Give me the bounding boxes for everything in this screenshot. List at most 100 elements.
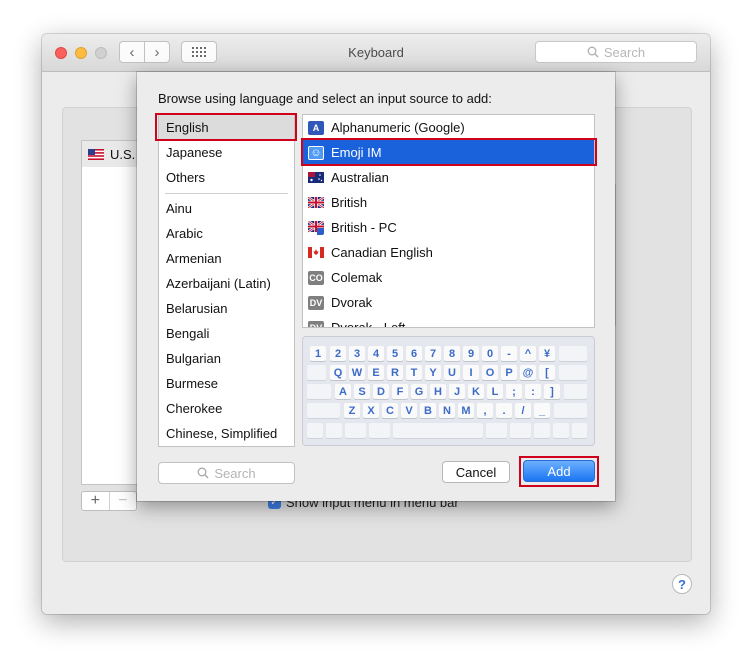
language-label: Ainu (166, 201, 193, 216)
colemak-icon: CO (308, 270, 324, 285)
key: Q (330, 365, 346, 380)
language-label: Azerbaijani (Latin) (166, 276, 271, 291)
source-item[interactable]: A Alphanumeric (Google) (303, 115, 594, 140)
us-flag-icon (88, 148, 104, 160)
language-item[interactable]: Cherokee (159, 396, 294, 421)
source-label: British - PC (331, 220, 397, 235)
key: R (387, 365, 403, 380)
language-item-japanese[interactable]: Japanese (159, 140, 294, 165)
key-blank (510, 423, 531, 438)
language-label: Burmese (166, 376, 219, 391)
key: Z (344, 403, 360, 418)
keyboard-row-2: Q W E R T Y U I O P @ [ (303, 365, 594, 381)
source-item[interactable]: Australian (303, 165, 594, 190)
remove-source-button[interactable]: − (110, 492, 137, 510)
key-blank (307, 365, 326, 380)
key: 0 (482, 346, 498, 361)
source-label: Alphanumeric (Google) (331, 120, 465, 135)
key: 4 (368, 346, 384, 361)
language-item[interactable]: Armenian (159, 246, 294, 271)
source-item[interactable]: CO Colemak (303, 265, 594, 290)
key: C (382, 403, 398, 418)
language-item[interactable]: Bengali (159, 321, 294, 346)
key-blank (307, 384, 331, 399)
help-button[interactable]: ? (672, 574, 692, 594)
language-list[interactable]: English Japanese Others Ainu Arabic Arme… (158, 114, 295, 447)
list-item-label: U.S. (110, 146, 136, 162)
key: D (373, 384, 389, 399)
key: 6 (406, 346, 422, 361)
language-label: Belarusian (166, 301, 228, 316)
source-item[interactable]: DV Dvorak (303, 290, 594, 315)
language-item[interactable]: Bulgarian (159, 346, 294, 371)
source-label: Dvorak (331, 295, 373, 310)
key-blank (486, 423, 507, 438)
search-icon (587, 46, 599, 58)
emoji-highlight-box (301, 138, 597, 166)
key: ^ (520, 346, 536, 361)
language-item-others[interactable]: Others (159, 165, 294, 190)
add-remove-control: + − (81, 491, 137, 511)
source-item[interactable]: Canadian English (303, 240, 594, 265)
source-item[interactable]: British (303, 190, 594, 215)
key: F (392, 384, 408, 399)
list-divider (165, 193, 288, 194)
keyboard-row-1: 1 2 3 4 5 6 7 8 9 0 - ^ ¥ (303, 346, 594, 362)
uk-flag-pc-icon (308, 220, 324, 235)
add-input-source-sheet: Browse using language and select an inpu… (137, 72, 615, 501)
key: P (501, 365, 517, 380)
language-search-field[interactable]: Search (158, 462, 295, 484)
key: ; (506, 384, 522, 399)
key: N (439, 403, 455, 418)
language-item[interactable]: Arabic (159, 221, 294, 246)
key-blank (554, 403, 587, 418)
question-mark-icon: ? (678, 576, 686, 592)
search-placeholder: Search (603, 44, 646, 60)
key: 1 (310, 346, 326, 361)
title-bar: ‹ › Keyboard Search (42, 34, 710, 72)
key: H (430, 384, 446, 399)
key: . (496, 403, 512, 418)
language-item[interactable]: Ainu (159, 196, 294, 221)
key: 2 (330, 346, 346, 361)
key: S (354, 384, 370, 399)
preferences-search-field[interactable]: Search (535, 41, 697, 63)
add-source-button[interactable]: + (82, 492, 110, 510)
source-item[interactable]: DV Dvorak - Left (303, 315, 594, 328)
sheet-prompt: Browse using language and select an inpu… (158, 91, 492, 106)
key: 5 (387, 346, 403, 361)
key: U (444, 365, 460, 380)
key: G (411, 384, 427, 399)
keyboard-row-3: A S D F G H J K L ; : ] (303, 384, 594, 400)
key: K (468, 384, 484, 399)
key: J (449, 384, 465, 399)
australia-flag-icon (308, 171, 324, 185)
source-item[interactable]: British - PC (303, 215, 594, 240)
language-item[interactable]: Azerbaijani (Latin) (159, 271, 294, 296)
key: T (406, 365, 422, 380)
source-label: Dvorak - Left (331, 320, 406, 328)
source-label: British (331, 195, 368, 210)
language-item[interactable]: Burmese (159, 371, 294, 396)
dvorak-icon: DV (308, 295, 324, 310)
language-item[interactable]: Chinese, Simplified (159, 421, 294, 446)
keyboard-layout-preview: 1 2 3 4 5 6 7 8 9 0 - ^ ¥ Q W E R T Y U … (302, 336, 595, 446)
language-item[interactable]: Belarusian (159, 296, 294, 321)
key: Y (425, 365, 441, 380)
key: ] (544, 384, 560, 399)
key: / (515, 403, 531, 418)
key: I (463, 365, 479, 380)
english-highlight-box (155, 113, 297, 141)
key: , (477, 403, 493, 418)
key-blank (564, 384, 587, 399)
key-blank (307, 423, 323, 438)
dvorak-left-icon: DV (308, 320, 324, 327)
key-blank (326, 423, 342, 438)
cancel-button[interactable]: Cancel (442, 461, 510, 483)
language-label: Chinese, Simplified (166, 426, 278, 441)
language-label: Arabic (166, 226, 203, 241)
key: B (420, 403, 436, 418)
key: _ (534, 403, 550, 418)
key: O (482, 365, 498, 380)
key: 7 (425, 346, 441, 361)
